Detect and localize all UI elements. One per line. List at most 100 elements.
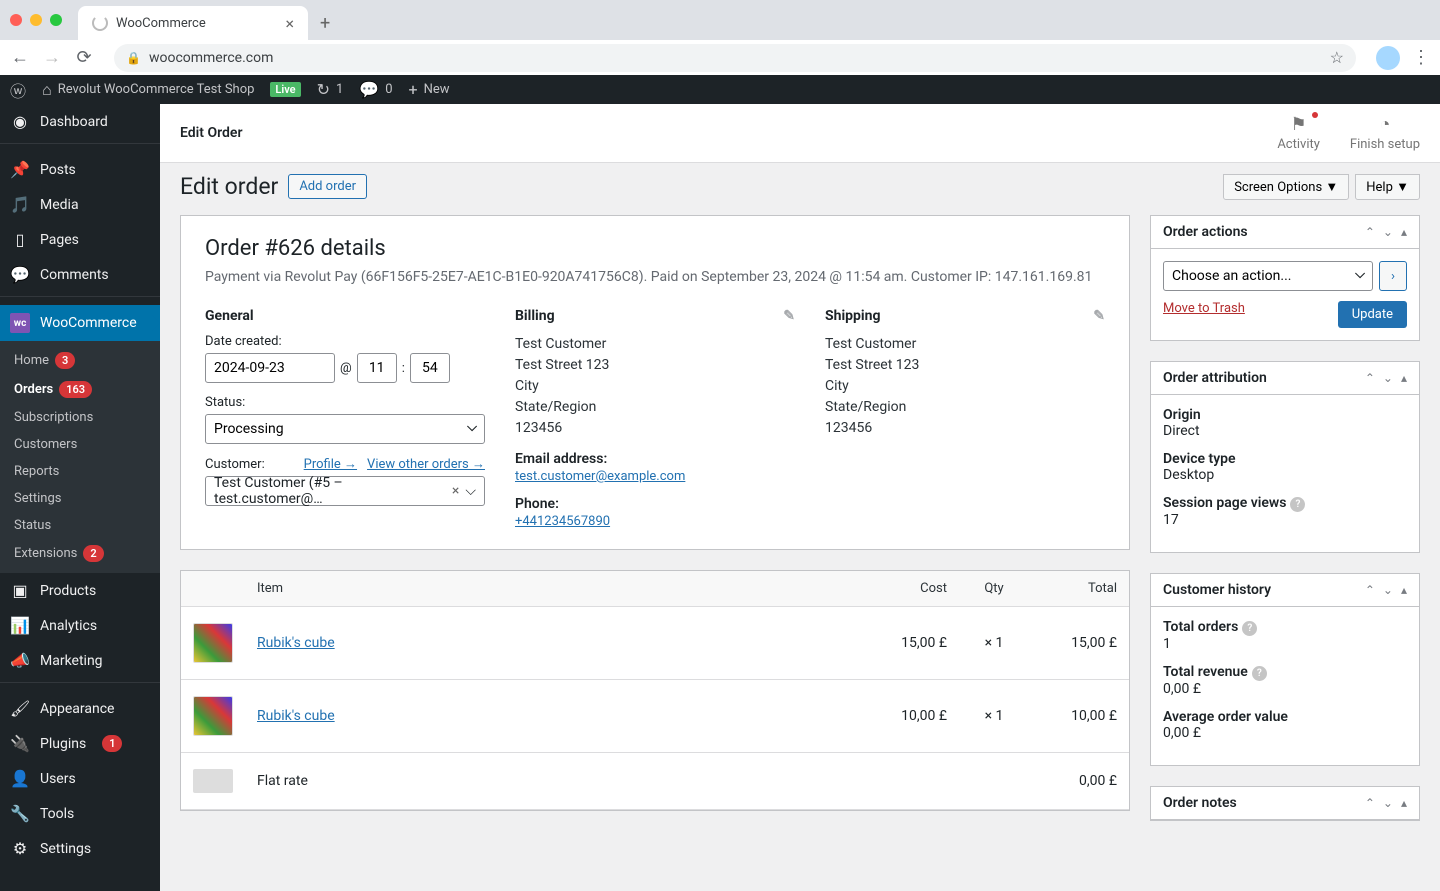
customer-select[interactable]: Test Customer (#5 – test.customer@… × ⌵ — [205, 476, 485, 506]
clock-icon: ◔ — [1350, 114, 1420, 135]
history-title: Customer history — [1163, 582, 1271, 598]
wp-logo-icon[interactable]: ⓦ — [10, 78, 26, 102]
sidebar-item-products[interactable]: ▣Products — [0, 573, 160, 608]
caret-up-icon[interactable]: ▴ — [1401, 225, 1407, 239]
apply-action-button[interactable]: › — [1379, 261, 1407, 291]
date-input[interactable] — [205, 353, 335, 383]
tab-favicon-icon — [92, 15, 108, 31]
sidebar-item-users[interactable]: 👤Users — [0, 761, 160, 796]
shipping-total: 0,00 £ — [1029, 753, 1129, 810]
analytics-icon: 📊 — [10, 616, 30, 635]
new-item[interactable]: +New — [409, 80, 450, 99]
back-button[interactable]: ← — [10, 47, 30, 68]
refresh-item[interactable]: ↻1 — [317, 80, 344, 99]
billing-column: Billing✎ Test Customer Test Street 123 C… — [515, 308, 795, 529]
comments-item[interactable]: 💬0 — [359, 80, 392, 99]
shipping-heading: Shipping — [825, 308, 880, 324]
sidebar-item-marketing[interactable]: 📣Marketing — [0, 643, 160, 678]
profile-avatar[interactable] — [1376, 46, 1400, 70]
sidebar-item-dashboard[interactable]: ◉Dashboard — [0, 104, 160, 139]
chevron-up-icon[interactable]: ⌃ — [1365, 225, 1375, 239]
order-notes-box: Order notes ⌃⌄▴ — [1150, 786, 1420, 821]
edit-billing-icon[interactable]: ✎ — [783, 308, 795, 324]
caret-up-icon[interactable]: ▴ — [1401, 583, 1407, 597]
hour-input[interactable] — [357, 353, 397, 383]
customer-label: Customer: — [205, 457, 265, 472]
minute-input[interactable] — [410, 353, 450, 383]
page-title: Edit Order — [180, 125, 242, 141]
finish-setup-button[interactable]: ◔ Finish setup — [1350, 114, 1420, 152]
reload-button[interactable]: ⟳ — [74, 47, 94, 68]
caret-up-icon[interactable]: ▴ — [1401, 371, 1407, 385]
th-item: Item — [245, 571, 869, 607]
browser-tab[interactable]: WooCommerce × — [78, 6, 308, 40]
sidebar-item-analytics[interactable]: 📊Analytics — [0, 608, 160, 643]
edit-shipping-icon[interactable]: ✎ — [1093, 308, 1105, 324]
item-cost: 10,00 £ — [869, 680, 959, 753]
submenu-extensions[interactable]: Extensions2 — [0, 539, 160, 568]
sidebar-item-appearance[interactable]: 🖌Appearance — [0, 691, 160, 726]
action-select[interactable]: Choose an action... — [1163, 261, 1373, 291]
browser-menu-icon[interactable]: ⋮ — [1412, 47, 1430, 68]
add-order-button[interactable]: Add order — [288, 174, 367, 199]
sidebar-item-settings[interactable]: ⚙Settings — [0, 831, 160, 866]
view-orders-link[interactable]: View other orders → — [367, 456, 485, 472]
chevron-up-icon[interactable]: ⌃ — [1365, 583, 1375, 597]
update-button[interactable]: Update — [1338, 301, 1407, 328]
submenu-orders[interactable]: Orders163 — [0, 375, 160, 404]
caret-up-icon[interactable]: ▴ — [1401, 796, 1407, 810]
close-window-icon[interactable] — [10, 14, 22, 26]
screen-options-button[interactable]: Screen Options ▼ — [1223, 174, 1349, 200]
items-table: Item Cost Qty Total Rubik's cube 15,00 £ — [181, 571, 1129, 810]
sidebar-item-tools[interactable]: 🔧Tools — [0, 796, 160, 831]
address-bar[interactable]: 🔒 woocommerce.com ☆ — [114, 44, 1356, 72]
item-name-link[interactable]: Rubik's cube — [257, 708, 335, 724]
chevron-down-icon[interactable]: ⌄ — [1383, 371, 1393, 385]
wrench-icon: 🔧 — [10, 804, 30, 823]
order-actions-box: Order actions ⌃⌄▴ Choose an action... › … — [1150, 215, 1420, 341]
chevron-up-icon[interactable]: ⌃ — [1365, 371, 1375, 385]
sidebar-item-comments[interactable]: 💬Comments — [0, 257, 160, 292]
chevron-down-icon[interactable]: ⌄ — [1383, 796, 1393, 810]
move-to-trash-link[interactable]: Move to Trash — [1163, 301, 1245, 328]
help-icon[interactable]: ? — [1252, 666, 1267, 681]
sidebar-item-posts[interactable]: 📌Posts — [0, 152, 160, 187]
item-name-link[interactable]: Rubik's cube — [257, 635, 335, 651]
help-button[interactable]: Help ▼ — [1355, 174, 1420, 200]
site-link[interactable]: ⌂Revolut WooCommerce Test Shop — [42, 80, 254, 100]
maximize-window-icon[interactable] — [50, 14, 62, 26]
item-qty: × 1 — [959, 607, 1029, 680]
sidebar-item-plugins[interactable]: 🔌Plugins1 — [0, 726, 160, 761]
profile-link[interactable]: Profile → — [304, 456, 357, 472]
submenu-home[interactable]: Home3 — [0, 346, 160, 375]
status-select[interactable]: Processing — [205, 414, 485, 444]
sidebar-item-media[interactable]: 🎵Media — [0, 187, 160, 222]
chevron-down-icon[interactable]: ⌄ — [1383, 225, 1393, 239]
forward-button[interactable]: → — [42, 47, 62, 68]
sidebar-item-woocommerce[interactable]: wcWooCommerce — [0, 305, 160, 341]
submenu-reports[interactable]: Reports — [0, 458, 160, 485]
chevron-down-icon[interactable]: ⌄ — [1383, 583, 1393, 597]
tab-close-icon[interactable]: × — [285, 14, 294, 33]
activity-button[interactable]: ⚑ Activity — [1277, 114, 1320, 152]
help-icon[interactable]: ? — [1290, 497, 1305, 512]
item-thumb-icon — [193, 623, 233, 663]
user-icon: 👤 — [10, 769, 30, 788]
help-icon[interactable]: ? — [1242, 621, 1257, 636]
submenu-subscriptions[interactable]: Subscriptions — [0, 404, 160, 431]
submenu-customers[interactable]: Customers — [0, 431, 160, 458]
clear-customer-icon[interactable]: × — [452, 483, 459, 499]
submenu-settings[interactable]: Settings — [0, 485, 160, 512]
views-value: 17 — [1163, 512, 1407, 528]
bookmark-icon[interactable]: ☆ — [1330, 48, 1344, 67]
email-link[interactable]: test.customer@example.com — [515, 469, 685, 484]
sidebar-item-pages[interactable]: ▯Pages — [0, 222, 160, 257]
minimize-window-icon[interactable] — [30, 14, 42, 26]
submenu-status[interactable]: Status — [0, 512, 160, 539]
billing-heading: Billing — [515, 308, 555, 324]
new-tab-button[interactable]: + — [320, 13, 330, 34]
phone-link[interactable]: +441234567890 — [515, 514, 610, 529]
chevron-up-icon[interactable]: ⌃ — [1365, 796, 1375, 810]
pin-icon: 📌 — [10, 160, 30, 179]
total-revenue-value: 0,00 £ — [1163, 681, 1407, 697]
